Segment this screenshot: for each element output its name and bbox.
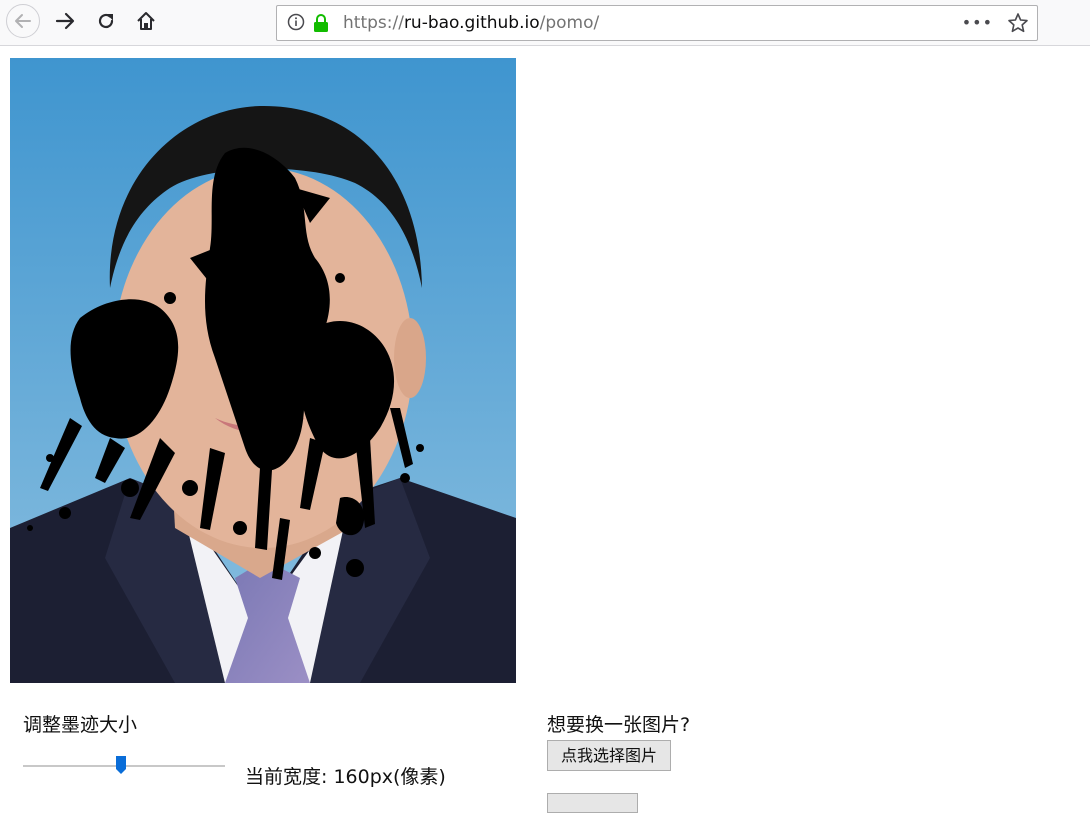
browser-toolbar: https://ru-bao.github.io/pomo/ ••• [0,0,1090,46]
home-button[interactable] [129,4,163,38]
portrait-with-ink-splatter-icon [10,58,516,683]
home-icon [137,12,155,30]
reload-button[interactable] [89,4,123,38]
slider-thumb[interactable] [116,756,126,774]
page-actions-more-button[interactable]: ••• [962,15,993,31]
url-text[interactable]: https://ru-bao.github.io/pomo/ [343,12,599,34]
url-path: /pomo/ [539,13,600,33]
forward-arrow-icon [55,12,75,30]
pick-image-button[interactable]: 点我选择图片 [547,740,671,771]
url-scheme: https:// [343,13,404,33]
info-icon[interactable] [287,13,305,31]
lock-icon[interactable] [313,13,329,33]
change-image-title: 想要换一张图片? [547,714,691,736]
forward-button[interactable] [48,4,82,38]
bookmark-star-icon[interactable] [1007,12,1029,34]
back-button[interactable] [6,4,40,38]
portrait-image[interactable] [10,58,516,683]
ink-size-title: 调整墨迹大小 [23,714,138,736]
secondary-button[interactable] [547,793,638,813]
current-width-label: 当前宽度: 160px(像素) [245,766,446,788]
back-arrow-icon [15,14,31,28]
reload-icon [98,13,114,29]
ink-size-slider[interactable] [23,756,225,776]
url-bar[interactable]: https://ru-bao.github.io/pomo/ ••• [276,5,1038,41]
url-host: ru-bao.github.io [403,13,540,33]
